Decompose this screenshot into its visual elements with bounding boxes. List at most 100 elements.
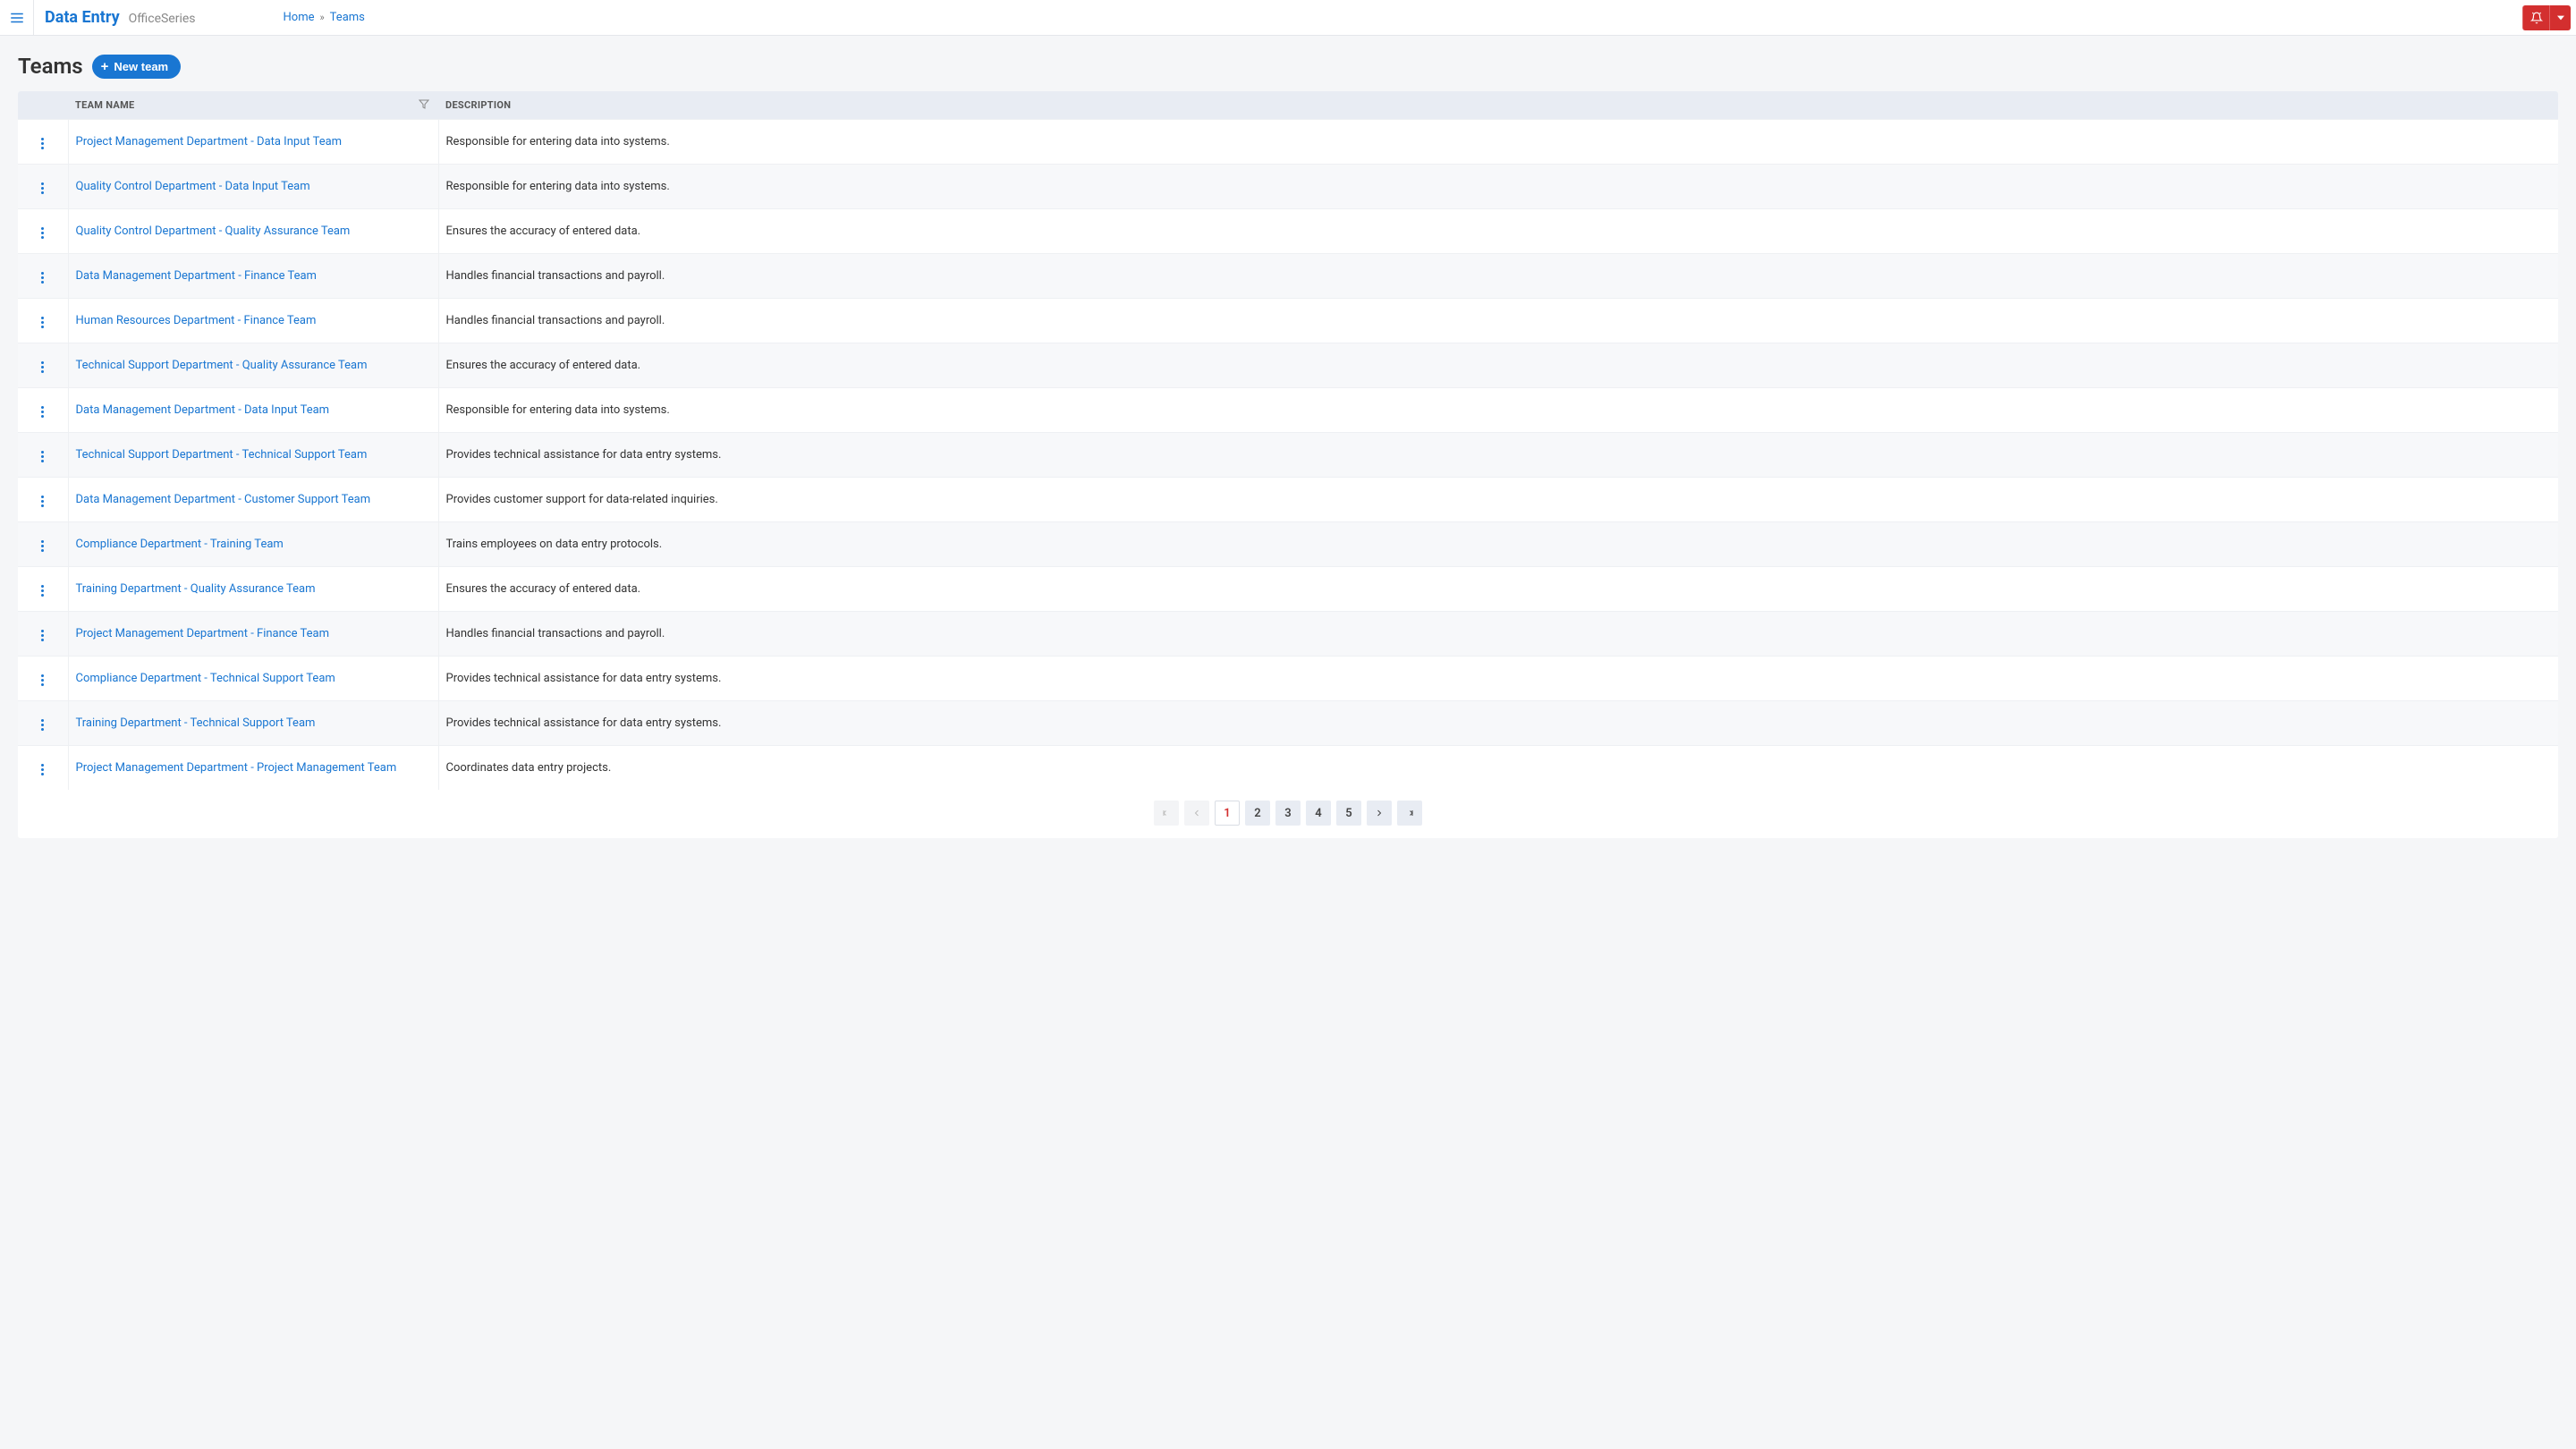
- page-title: Teams: [18, 54, 83, 79]
- page-2[interactable]: 2: [1245, 801, 1270, 826]
- col-name[interactable]: TEAM NAME: [68, 91, 438, 120]
- row-description-cell: Ensures the accuracy of entered data.: [438, 209, 2558, 254]
- row-menu[interactable]: [34, 537, 51, 555]
- row-menu[interactable]: [34, 447, 51, 466]
- team-link[interactable]: Project Management Department - Project …: [76, 761, 397, 775]
- page-3[interactable]: 3: [1275, 801, 1301, 826]
- row-actions-cell: [18, 433, 68, 478]
- brand: Data Entry OfficeSeries: [34, 8, 207, 27]
- row-name-cell: Project Management Department - Data Inp…: [68, 120, 438, 165]
- row-description-cell: Responsible for entering data into syste…: [438, 165, 2558, 209]
- plus-icon: +: [101, 60, 109, 73]
- row-description-cell: Handles financial transactions and payro…: [438, 254, 2558, 299]
- row-menu[interactable]: [34, 224, 51, 242]
- row-menu[interactable]: [34, 671, 51, 690]
- row-menu[interactable]: [34, 492, 51, 511]
- bell-icon: [2530, 12, 2543, 24]
- team-link[interactable]: Training Department - Quality Assurance …: [76, 582, 316, 596]
- row-name-cell: Training Department - Technical Support …: [68, 701, 438, 746]
- page-header: Teams + New team: [18, 54, 2558, 79]
- team-link[interactable]: Project Management Department - Data Inp…: [76, 135, 343, 148]
- col-description[interactable]: DESCRIPTION: [438, 91, 2558, 120]
- page-prev: [1184, 801, 1209, 826]
- team-link[interactable]: Human Resources Department - Finance Tea…: [76, 314, 317, 327]
- hamburger-icon: [9, 10, 25, 26]
- table-row: Training Department - Quality Assurance …: [18, 567, 2558, 612]
- row-name-cell: Training Department - Quality Assurance …: [68, 567, 438, 612]
- team-link[interactable]: Compliance Department - Technical Suppor…: [76, 672, 335, 685]
- brand-sub: OfficeSeries: [129, 12, 196, 26]
- row-description-cell: Handles financial transactions and payro…: [438, 299, 2558, 343]
- row-actions-cell: [18, 657, 68, 701]
- row-description-cell: Trains employees on data entry protocols…: [438, 522, 2558, 567]
- team-link[interactable]: Data Management Department - Data Input …: [76, 403, 330, 417]
- row-actions-cell: [18, 165, 68, 209]
- row-menu[interactable]: [34, 581, 51, 600]
- row-description-cell: Coordinates data entry projects.: [438, 746, 2558, 791]
- row-actions-cell: [18, 612, 68, 657]
- row-name-cell: Data Management Department - Customer Su…: [68, 478, 438, 522]
- team-link[interactable]: Project Management Department - Finance …: [76, 627, 329, 640]
- filter-icon[interactable]: [419, 98, 429, 112]
- breadcrumb-current[interactable]: Teams: [330, 11, 365, 24]
- team-link[interactable]: Data Management Department - Finance Tea…: [76, 269, 317, 283]
- row-name-cell: Technical Support Department - Quality A…: [68, 343, 438, 388]
- table-row: Data Management Department - Customer Su…: [18, 478, 2558, 522]
- chevron-left-icon: [1191, 808, 1202, 818]
- user-menu-dropdown[interactable]: [2549, 5, 2571, 30]
- header-right: [2522, 0, 2576, 35]
- table-row: Data Management Department - Data Input …: [18, 388, 2558, 433]
- menu-toggle[interactable]: [0, 0, 34, 36]
- team-link[interactable]: Technical Support Department - Quality A…: [76, 359, 368, 372]
- team-link[interactable]: Quality Control Department - Data Input …: [76, 180, 310, 193]
- caret-down-icon: [2557, 14, 2564, 21]
- team-link[interactable]: Quality Control Department - Quality Ass…: [76, 225, 351, 238]
- page-last[interactable]: [1397, 801, 1422, 826]
- row-name-cell: Quality Control Department - Quality Ass…: [68, 209, 438, 254]
- team-link[interactable]: Training Department - Technical Support …: [76, 716, 316, 730]
- row-actions-cell: [18, 478, 68, 522]
- breadcrumb-separator: »: [320, 12, 325, 23]
- first-page-icon: [1161, 808, 1172, 818]
- row-actions-cell: [18, 746, 68, 791]
- row-menu[interactable]: [34, 626, 51, 645]
- table-row: Project Management Department - Project …: [18, 746, 2558, 791]
- row-menu[interactable]: [34, 358, 51, 377]
- page-1[interactable]: 1: [1215, 801, 1240, 826]
- row-actions-cell: [18, 120, 68, 165]
- table-row: Compliance Department - Training Team Tr…: [18, 522, 2558, 567]
- table-row: Quality Control Department - Quality Ass…: [18, 209, 2558, 254]
- page-5[interactable]: 5: [1336, 801, 1361, 826]
- row-menu[interactable]: [34, 134, 51, 153]
- row-menu[interactable]: [34, 760, 51, 779]
- row-name-cell: Data Management Department - Finance Tea…: [68, 254, 438, 299]
- notifications-button[interactable]: [2522, 5, 2549, 30]
- col-actions: [18, 91, 68, 120]
- row-menu[interactable]: [34, 268, 51, 287]
- row-menu[interactable]: [34, 716, 51, 734]
- row-name-cell: Human Resources Department - Finance Tea…: [68, 299, 438, 343]
- page-next[interactable]: [1367, 801, 1392, 826]
- table-row: Data Management Department - Finance Tea…: [18, 254, 2558, 299]
- row-description-cell: Provides customer support for data-relat…: [438, 478, 2558, 522]
- row-description-cell: Provides technical assistance for data e…: [438, 657, 2558, 701]
- row-actions-cell: [18, 567, 68, 612]
- team-link[interactable]: Data Management Department - Customer Su…: [76, 493, 371, 506]
- team-link[interactable]: Compliance Department - Training Team: [76, 538, 284, 551]
- pagination: 12345: [18, 790, 2558, 838]
- table-row: Compliance Department - Technical Suppor…: [18, 657, 2558, 701]
- new-team-button[interactable]: + New team: [92, 55, 181, 79]
- row-menu[interactable]: [34, 313, 51, 332]
- team-link[interactable]: Technical Support Department - Technical…: [76, 448, 368, 462]
- col-name-label: TEAM NAME: [75, 99, 135, 111]
- row-name-cell: Compliance Department - Technical Suppor…: [68, 657, 438, 701]
- table-row: Project Management Department - Data Inp…: [18, 120, 2558, 165]
- row-menu[interactable]: [34, 179, 51, 198]
- breadcrumb-home[interactable]: Home: [284, 11, 315, 24]
- row-menu[interactable]: [34, 402, 51, 421]
- row-name-cell: Quality Control Department - Data Input …: [68, 165, 438, 209]
- row-name-cell: Project Management Department - Project …: [68, 746, 438, 791]
- table-row: Quality Control Department - Data Input …: [18, 165, 2558, 209]
- page-4[interactable]: 4: [1306, 801, 1331, 826]
- row-actions-cell: [18, 388, 68, 433]
